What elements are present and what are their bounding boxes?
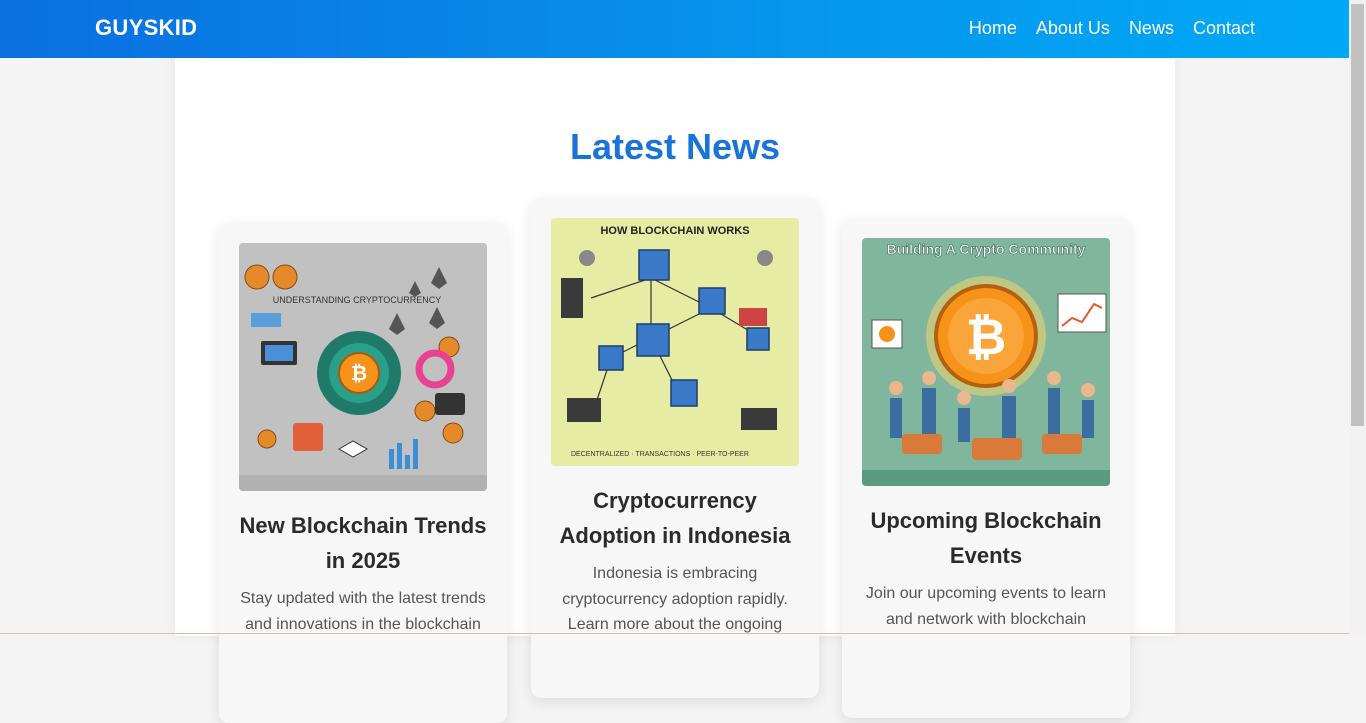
crypto-infographic-illustration: UNDERSTANDING CRYPTOCURRENCY ₿	[239, 243, 487, 491]
community-caption: Building A Crypto Community	[887, 241, 1086, 257]
news-card[interactable]: Building A Crypto Community ₿ Upcoming B…	[842, 218, 1130, 718]
news-card-title[interactable]: New Blockchain Trends in 2025	[233, 508, 493, 578]
news-card[interactable]: UNDERSTANDING CRYPTOCURRENCY ₿ New Block…	[219, 223, 507, 723]
news-card-text: Indonesia is embracing cryptocurrency ad…	[562, 565, 788, 633]
news-card-text: Join our upcoming events to learn and ne…	[865, 585, 1107, 628]
news-card-image[interactable]: Building A Crypto Community ₿	[862, 238, 1110, 486]
brand-logo[interactable]: GUYSKID	[95, 15, 197, 41]
svg-text:DECENTRALIZED · TRANSACTIONS ·: DECENTRALIZED · TRANSACTIONS · PEER-TO-P…	[571, 451, 749, 458]
infographic-caption: UNDERSTANDING CRYPTOCURRENCY	[273, 295, 442, 305]
blockchain-diagram-illustration: HOW BLOCKCHAIN WORKS DECENTRALIZED · TRA…	[551, 218, 799, 466]
news-card-text: Stay updated with the latest trends and …	[240, 590, 486, 633]
diagram-caption: HOW BLOCKCHAIN WORKS	[600, 225, 749, 237]
nav-link-contact[interactable]: Contact	[1193, 18, 1255, 39]
news-card-title[interactable]: Upcoming Blockchain Events	[856, 503, 1116, 573]
page-scrollbar[interactable]	[1349, 0, 1366, 636]
crypto-community-illustration: Building A Crypto Community ₿	[862, 238, 1110, 486]
nav-links: Home About Us News Contact	[969, 18, 1255, 39]
navbar: GUYSKID Home About Us News Contact	[0, 0, 1349, 58]
news-card-title[interactable]: Cryptocurrency Adoption in Indonesia	[545, 483, 805, 553]
scrollbar-thumb[interactable]	[1351, 4, 1364, 426]
svg-text:₿: ₿	[351, 361, 367, 385]
nav-link-news[interactable]: News	[1129, 18, 1174, 39]
news-card-image[interactable]: HOW BLOCKCHAIN WORKS DECENTRALIZED · TRA…	[551, 218, 799, 466]
news-container: Latest News UNDERSTANDING CRYPTOCURRENCY	[175, 0, 1175, 723]
svg-text:₿: ₿	[966, 308, 1007, 366]
nav-link-about-us[interactable]: About Us	[1036, 18, 1110, 39]
news-card-image[interactable]: UNDERSTANDING CRYPTOCURRENCY ₿	[239, 243, 487, 491]
section-title: Latest News	[569, 126, 781, 167]
bottom-divider	[0, 633, 1349, 634]
news-card[interactable]: HOW BLOCKCHAIN WORKS DECENTRALIZED · TRA…	[531, 198, 819, 698]
nav-link-home[interactable]: Home	[969, 18, 1017, 39]
